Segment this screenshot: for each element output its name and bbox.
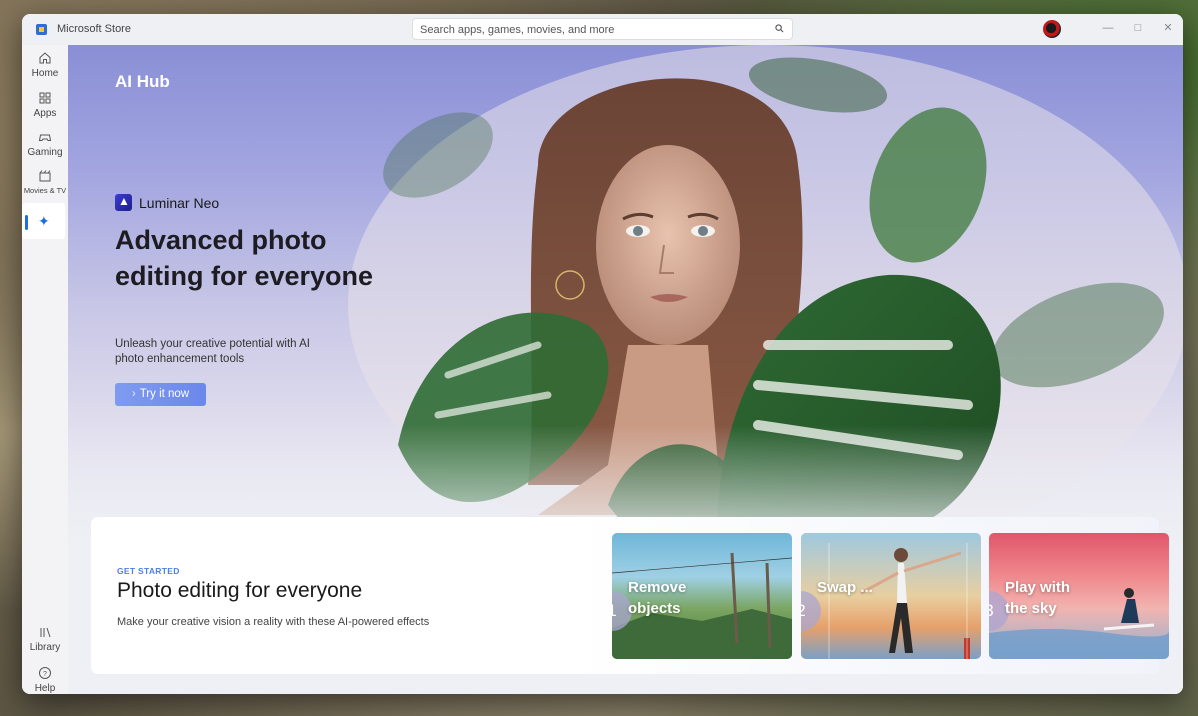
search-icon[interactable] [775,24,784,33]
search-placeholder: Search apps, games, movies, and more [420,24,615,36]
nav-item-library[interactable]: Library [22,625,68,653]
app-title: Microsoft Store [57,23,131,35]
library-icon [40,627,51,638]
apps-icon [39,92,51,104]
user-avatar[interactable] [1043,20,1061,38]
get-started-title: Photo editing for everyone [117,579,363,602]
movies-icon [39,170,51,182]
nav-item-movies[interactable]: Movies & TV [22,169,68,195]
nav-label-help: Help [34,683,56,694]
try-it-now-label: Try it now [139,388,190,400]
step-1-label: Remove objects [628,579,687,617]
home-icon [39,52,51,64]
nav-label-apps: Apps [33,108,57,119]
minimize-button[interactable]: — [1098,19,1118,37]
nav-item-help[interactable]: ? Help [22,666,68,694]
hero-headline: Advanced photo editing for everyone [115,225,374,291]
luminar-logo-icon [115,194,132,211]
gaming-icon [38,134,52,141]
nav-label-home: Home [31,68,59,79]
get-started-eyebrow: GET STARTED [117,566,180,576]
nav-active-indicator [25,215,28,230]
nav-item-gaming[interactable]: Gaming [22,130,68,158]
nav-label-gaming: Gaming [27,147,63,158]
title-bar: Microsoft Store Search apps, games, movi… [22,14,1183,45]
hero-brand: Luminar Neo [115,194,219,211]
main-content: AI Hub Luminar Neo Advanced photo editin… [68,45,1183,694]
step-tile-play-with-the-sky[interactable]: 3 Play with the sky [989,533,1169,659]
nav-item-home[interactable]: Home [22,51,68,79]
nav-label-library: Library [29,642,61,653]
try-it-now-button[interactable]: › Try it now [115,383,206,406]
help-icon: ? [39,667,51,679]
get-started-card: GET STARTED Photo editing for everyone M… [91,517,1169,674]
step-tile-remove-objects[interactable]: 1 Remove objects [612,533,792,659]
svg-text:?: ? [43,671,47,678]
hero-subline: Unleash your creative potential with AI … [115,338,310,365]
page-title: AI Hub [115,72,170,91]
hero-banner[interactable]: AI Hub Luminar Neo Advanced photo editin… [68,45,1183,565]
close-button[interactable]: ✕ [1158,19,1178,37]
step-3-label: Play with the sky [1005,579,1071,617]
nav-label-movies: Movies & TV [23,186,67,195]
hero-image [68,45,1183,565]
nav-rail: Home Apps Gaming Movies & TV ✦ Library ?… [22,45,68,694]
step-tile-swap[interactable]: 2 Swap ... [801,533,981,659]
nav-item-apps[interactable]: Apps [22,91,68,119]
ai-hub-icon: ✦ [38,213,50,229]
search-input[interactable]: Search apps, games, movies, and more [412,18,793,40]
maximize-button[interactable]: □ [1128,19,1148,37]
get-started-subtitle: Make your creative vision a reality with… [117,616,430,628]
hero-brand-name: Luminar Neo [139,194,220,211]
step-2-label: Swap ... [817,579,873,596]
chevron-right-icon: › [131,388,136,400]
store-window: Microsoft Store Search apps, games, movi… [22,14,1183,694]
store-logo-icon [36,24,47,35]
